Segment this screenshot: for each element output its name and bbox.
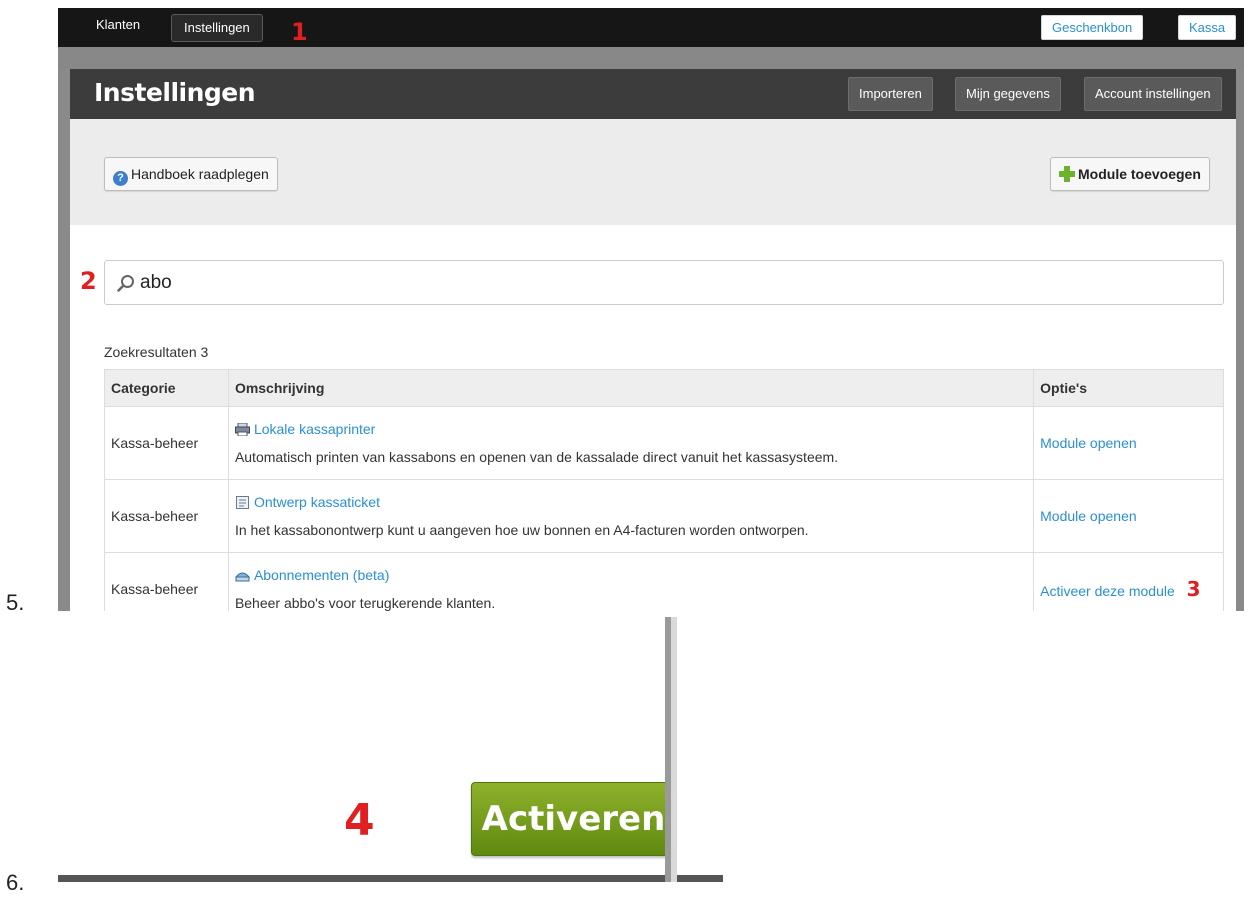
module-description: Automatisch printen van kassabons en ope… (234, 449, 839, 465)
screenshot-edge (58, 875, 723, 882)
module-link[interactable]: Lokale kassaprinter (234, 421, 1027, 437)
module-description: Beheer abbo's voor terugkerende klanten. (234, 595, 496, 611)
module-description: In het kassabonontwerp kunt u aangeven h… (234, 522, 809, 538)
option-cell: Activeer deze module 3 (1033, 552, 1224, 611)
table-header-row: Categorie Omschrijving Optie's (104, 369, 1224, 407)
table-row: Kassa-beheer Ontwerp kassaticket In het … (104, 479, 1224, 553)
search-icon (117, 275, 134, 292)
step-marker-1: 1 (291, 18, 308, 46)
importeren-button[interactable]: Importeren (848, 77, 933, 111)
module-openen-link[interactable]: Module openen (1040, 508, 1137, 524)
help-icon: ? (113, 171, 128, 186)
add-module-button[interactable]: Module toevoegen (1050, 157, 1210, 191)
nav-instellingen[interactable]: Instellingen (171, 14, 263, 42)
activeren-button[interactable]: Activeren (471, 782, 676, 856)
module-openen-link[interactable]: Module openen (1040, 435, 1137, 451)
settings-panel: Instellingen Importeren Mijn gegevens Ac… (70, 69, 1236, 611)
nav-klanten[interactable]: Klanten (96, 17, 140, 32)
subscription-icon (234, 572, 250, 582)
step-marker-3: 3 (1186, 577, 1201, 601)
screenshot-border-shade (665, 617, 671, 882)
module-link[interactable]: Abonnementen (beta) (234, 567, 1027, 583)
page-title: Instellingen (94, 78, 256, 107)
account-instellingen-button[interactable]: Account instellingen (1084, 77, 1222, 111)
description-cell: Abonnementen (beta) Beheer abbo's voor t… (227, 552, 1035, 611)
step-marker-2: 2 (80, 267, 97, 295)
description-cell: Lokale kassaprinter Automatisch printen … (227, 406, 1035, 480)
activate-screenshot: 4 Activeren (58, 617, 723, 882)
step-label-6: 6. (6, 870, 25, 895)
category-cell: Kassa-beheer (104, 479, 229, 553)
printer-icon (234, 423, 250, 436)
module-title: Ontwerp kassaticket (253, 494, 380, 510)
ticket-icon (235, 496, 249, 509)
handbook-button[interactable]: ? Handboek raadplegen (104, 157, 278, 191)
mijn-gegevens-button[interactable]: Mijn gegevens (955, 77, 1061, 111)
header-spacer (58, 47, 1244, 69)
plus-icon (1059, 166, 1075, 182)
top-navigation-bar: Klanten Instellingen Geschenkbon Kassa (58, 8, 1244, 47)
category-cell: Kassa-beheer (104, 406, 229, 480)
column-header: Optie's (1033, 369, 1224, 407)
add-module-label: Module toevoegen (1078, 166, 1201, 182)
table-row: Kassa-beheer Abonnementen (beta) Beheer … (104, 552, 1224, 611)
module-link[interactable]: Ontwerp kassaticket (235, 494, 1027, 510)
kassa-button[interactable]: Kassa (1178, 15, 1237, 40)
screenshot-border (665, 617, 677, 882)
activate-module-link[interactable]: Activeer deze module (1040, 583, 1175, 599)
handbook-label: Handboek raadplegen (131, 166, 269, 182)
geschenkbon-button[interactable]: Geschenkbon (1041, 15, 1144, 40)
step-marker-4: 4 (344, 795, 375, 846)
toolbar: ? Handboek raadplegen Module toevoegen (70, 119, 1236, 225)
page-header: Instellingen Importeren Mijn gegevens Ac… (70, 69, 1236, 119)
module-title: Abonnementen (beta) (253, 567, 390, 583)
table-row: Kassa-beheer Lokale kassaprinter Automat… (104, 406, 1224, 480)
column-header: Omschrijving (227, 369, 1035, 407)
category-cell: Kassa-beheer (104, 552, 229, 611)
description-cell: Ontwerp kassaticket In het kassabonontwe… (227, 479, 1035, 553)
module-title: Lokale kassaprinter (253, 421, 376, 437)
step-label-5: 5. (6, 590, 25, 615)
column-header: Categorie (104, 369, 229, 407)
results-table: Categorie Omschrijving Optie's Kassa-beh… (104, 369, 1224, 611)
search-input[interactable] (140, 261, 1140, 304)
option-cell: Module openen (1033, 479, 1224, 553)
result-count: Zoekresultaten 3 (104, 344, 209, 360)
settings-screenshot: Klanten Instellingen Geschenkbon Kassa 1… (58, 8, 1244, 611)
search-box[interactable] (104, 260, 1224, 305)
option-cell: Module openen (1033, 406, 1224, 480)
